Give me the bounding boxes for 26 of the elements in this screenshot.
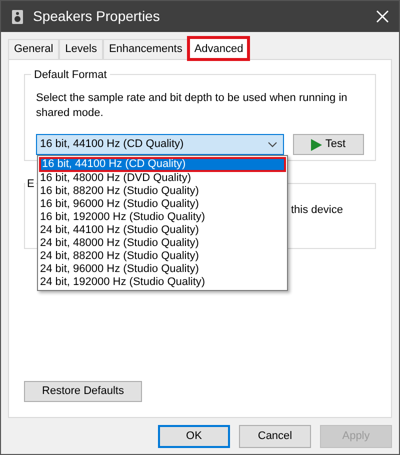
dropdown-option[interactable]: 24 bit, 96000 Hz (Studio Quality) <box>39 263 286 276</box>
dropdown-option[interactable]: 16 bit, 192000 Hz (Studio Quality) <box>39 211 286 224</box>
tab[interactable]: Levels <box>59 39 103 59</box>
dropdown-option[interactable]: 16 bit, 88200 Hz (Studio Quality) <box>39 185 286 198</box>
chevron-icon <box>268 142 277 148</box>
tab[interactable]: Advanced <box>188 37 250 60</box>
dropdown-option[interactable]: 24 bit, 48000 Hz (Studio Quality) <box>39 237 286 250</box>
close-icon[interactable] <box>376 10 389 23</box>
restore-defaults-button[interactable]: Restore Defaults <box>24 381 142 402</box>
dialog-button[interactable]: OK <box>158 425 230 448</box>
description-text: Select the sample rate and bit depth to be used when running in shared mode. <box>36 91 348 121</box>
dropdown-option[interactable]: 24 bit, 88200 Hz (Studio Quality) <box>39 250 286 263</box>
test-button[interactable]: Test <box>292 134 364 155</box>
window-title: Speakers Properties <box>33 7 160 26</box>
format-dropdown[interactable]: 16 bit, 44100 Hz (CD Quality) <box>36 134 284 155</box>
tab[interactable]: Enhancements <box>102 39 188 59</box>
dropdown-option[interactable]: 24 bit, 192000 Hz (Studio Quality) <box>39 276 286 289</box>
dropdown-option[interactable]: 16 bit, 48000 Hz (DVD Quality) <box>39 172 286 185</box>
dropdown-option[interactable]: 24 bit, 44100 Hz (Studio Quality) <box>39 224 286 237</box>
play-icon <box>311 138 322 150</box>
dropdown-option[interactable]: 16 bit, 96000 Hz (Studio Quality) <box>39 198 286 211</box>
option-text: this device <box>291 203 343 218</box>
speaker-icon <box>11 8 25 24</box>
tab[interactable]: General <box>8 39 60 59</box>
dialog-button[interactable]: Cancel <box>239 425 311 448</box>
dropdown-option[interactable]: 16 bit, 44100 Hz (CD Quality) <box>39 157 286 172</box>
